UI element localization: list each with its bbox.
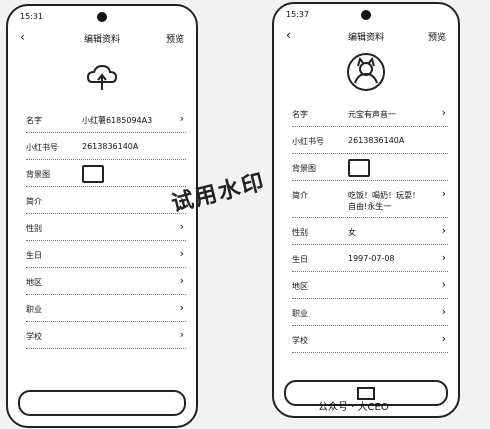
field-label: 背景图 [292,164,316,173]
field-label: 名字 [26,116,42,125]
preview-button[interactable]: 预览 [428,30,446,43]
field-value: 女 [348,228,356,237]
profile-row[interactable]: 学校 › [292,326,448,353]
chevron-right-icon: › [179,220,184,233]
field-label: 地区 [292,282,308,291]
profile-row[interactable]: 小红书号 2613836140A [26,133,186,160]
field-value: 吃饭！喝奶！玩耍！ 自由!永生一 [348,191,420,211]
status-time: 15:37 [286,10,310,19]
profile-fields-list: 名字 小红薯6185094A3 › 小红书号 2613836140A 背景图 简介 › 性别 › 生… [26,106,186,349]
background-thumbnail[interactable] [348,159,370,177]
chevron-right-icon: › [441,106,446,119]
field-label: 小红书号 [26,143,58,152]
profile-row[interactable]: 职业 › [26,295,186,322]
avatar-cat-icon[interactable] [346,52,386,92]
page-title: 编辑资料 [347,33,384,43]
field-value: 2613836140A [348,136,405,145]
chevron-right-icon: › [179,328,184,341]
field-label: 地区 [26,278,42,287]
chevron-right-icon: › [179,274,184,287]
chevron-right-icon: › [441,305,446,318]
profile-row[interactable]: 简介 吃饭！喝奶！玩耍！ 自由!永生一 › [292,181,448,218]
field-label: 性别 [292,228,308,237]
profile-fields-list: 名字 元宝有声音一 › 小红书号 2613836140A 背景图简介 吃饭！喝奶！玩耍！ 自… [292,100,448,353]
profile-row[interactable]: 背景图 [292,154,448,181]
profile-row[interactable]: 学校 › [26,322,186,349]
field-label: 简介 [292,191,308,200]
camera-notch [97,12,107,22]
preview-button[interactable]: 预览 [166,32,184,45]
profile-row[interactable]: 名字 元宝有声音一 › [292,100,448,127]
profile-row[interactable]: 名字 小红薯6185094A3 › [26,106,186,133]
bottom-action-bar[interactable] [18,390,186,416]
chevron-right-icon: › [179,112,184,125]
field-label: 背景图 [26,170,50,179]
avatar-placeholder-icon[interactable] [84,60,120,96]
field-value: 小红薯6185094A3 [82,116,153,125]
left-phone-screen: 15:31 ‹ 编辑资料 预览 名字 小红薯6185094A3 › 小红书号 26138… [6,4,198,428]
field-value: 1997-07-08 [348,254,395,263]
chevron-right-icon: › [179,247,184,260]
status-icons [181,12,184,24]
profile-row[interactable]: 性别 女 › [292,218,448,245]
footer-credit: 公众号 · 大CEO [318,402,389,413]
field-label: 学校 [292,336,308,345]
top-bar: ‹ 编辑资料 预览 [286,28,446,44]
right-phone-screen: 15:37 ‹ 编辑资料 预览 名字 元宝有声音一 › 小红书号 2613836140A… [272,2,460,418]
profile-row[interactable]: 地区 › [26,268,186,295]
top-bar: ‹ 编辑资料 预览 [20,30,184,46]
background-thumbnail[interactable] [82,165,104,183]
profile-row[interactable]: 简介 › [26,187,186,214]
field-label: 生日 [26,251,42,260]
field-label: 简介 [26,197,42,206]
field-value: 元宝有声音一 [348,110,396,119]
chevron-right-icon: › [441,251,446,264]
profile-row[interactable]: 性别 › [26,214,186,241]
chevron-right-icon: › [179,301,184,314]
page-title: 编辑资料 [83,35,120,45]
camera-notch [361,10,371,20]
field-label: 性别 [26,224,42,233]
field-label: 职业 [292,309,308,318]
profile-row[interactable]: 小红书号 2613836140A [292,127,448,154]
status-time: 15:31 [20,12,44,21]
profile-row[interactable]: 生日 › [26,241,186,268]
chevron-right-icon: › [441,187,446,200]
field-label: 学校 [26,332,42,341]
profile-row[interactable]: 背景图 [26,160,186,187]
profile-row[interactable]: 生日 1997-07-08 › [292,245,448,272]
field-label: 职业 [26,305,42,314]
field-label: 生日 [292,255,308,264]
field-label: 名字 [292,110,308,119]
profile-row[interactable]: 地区 › [292,272,448,299]
profile-row[interactable]: 职业 › [292,299,448,326]
chevron-right-icon: › [441,224,446,237]
field-label: 小红书号 [292,137,324,146]
chevron-right-icon: › [441,332,446,345]
chevron-right-icon: › [441,278,446,291]
status-icons [443,10,446,22]
field-value: 2613836140A [82,142,139,151]
